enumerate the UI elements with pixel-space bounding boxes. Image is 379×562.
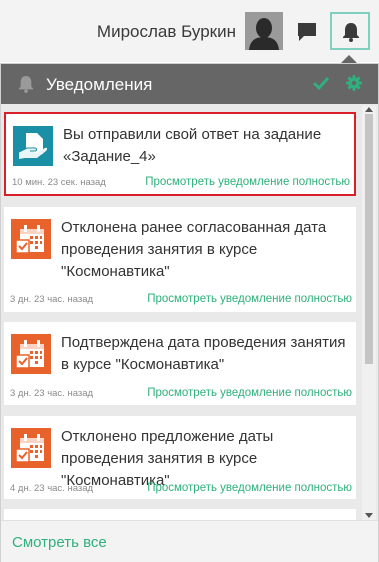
notification-time: 10 мин. 23 сек. назад bbox=[12, 177, 106, 188]
notification-time: 3 дн. 23 час. назад bbox=[10, 294, 94, 305]
scrollbar[interactable] bbox=[362, 106, 376, 520]
view-notification-link[interactable]: Просмотреть уведомление полностью bbox=[147, 387, 352, 399]
assignment-submitted-icon bbox=[13, 126, 53, 166]
calendar-check-icon bbox=[11, 428, 51, 468]
user-name[interactable]: Мирослав Буркин bbox=[97, 22, 236, 42]
chat-bubble-icon[interactable] bbox=[296, 21, 318, 43]
see-all-link[interactable]: Смотреть все bbox=[12, 534, 107, 551]
notification-text: Подтверждена дата проведения занятия в к… bbox=[61, 334, 346, 373]
panel-header: Уведомления bbox=[1, 64, 378, 104]
view-notification-link[interactable]: Просмотреть уведомление полностью bbox=[147, 293, 352, 305]
notification-text: Вы отправили свой ответ на задание «Зада… bbox=[63, 126, 322, 165]
notifications-button[interactable] bbox=[330, 12, 370, 50]
notification-item[interactable]: Подтверждена дата проведения занятия в к… bbox=[4, 322, 356, 405]
calendar-check-icon bbox=[11, 219, 51, 259]
notifications-panel: Уведомления Вы отправили свой ответ на з… bbox=[0, 63, 379, 562]
dropdown-caret bbox=[341, 55, 357, 63]
scroll-up-icon[interactable] bbox=[365, 107, 373, 112]
view-notification-link[interactable]: Просмотреть уведомление полностью bbox=[147, 482, 352, 494]
notification-time: 4 дн. 23 час. назад bbox=[10, 483, 94, 494]
bell-icon bbox=[343, 23, 359, 42]
notification-item[interactable]: Вы отправили свой ответ на задание «Зада… bbox=[4, 112, 356, 196]
check-icon[interactable] bbox=[313, 75, 329, 91]
notification-text: Отклонена ранее согласованная дата прове… bbox=[61, 219, 327, 280]
notification-list[interactable]: Вы отправили свой ответ на задание «Зада… bbox=[1, 104, 378, 520]
notification-time: 3 дн. 23 час. назад bbox=[10, 388, 94, 399]
panel-footer: Смотреть все bbox=[1, 520, 378, 562]
gear-icon[interactable] bbox=[346, 75, 362, 91]
bell-icon bbox=[18, 76, 34, 93]
top-bar: Мирослав Буркин bbox=[0, 0, 379, 62]
notification-item[interactable] bbox=[4, 509, 356, 520]
panel-title: Уведомления bbox=[46, 75, 153, 94]
scroll-down-icon[interactable] bbox=[365, 513, 373, 518]
user-avatar-icon[interactable] bbox=[245, 12, 283, 50]
notification-item[interactable]: Отклонено предложение даты проведения за… bbox=[4, 416, 356, 499]
notification-item[interactable]: Отклонена ранее согласованная дата прове… bbox=[4, 207, 356, 312]
view-notification-link[interactable]: Просмотреть уведомление полностью bbox=[145, 176, 350, 188]
calendar-check-icon bbox=[11, 334, 51, 374]
scrollbar-thumb[interactable] bbox=[365, 114, 373, 364]
